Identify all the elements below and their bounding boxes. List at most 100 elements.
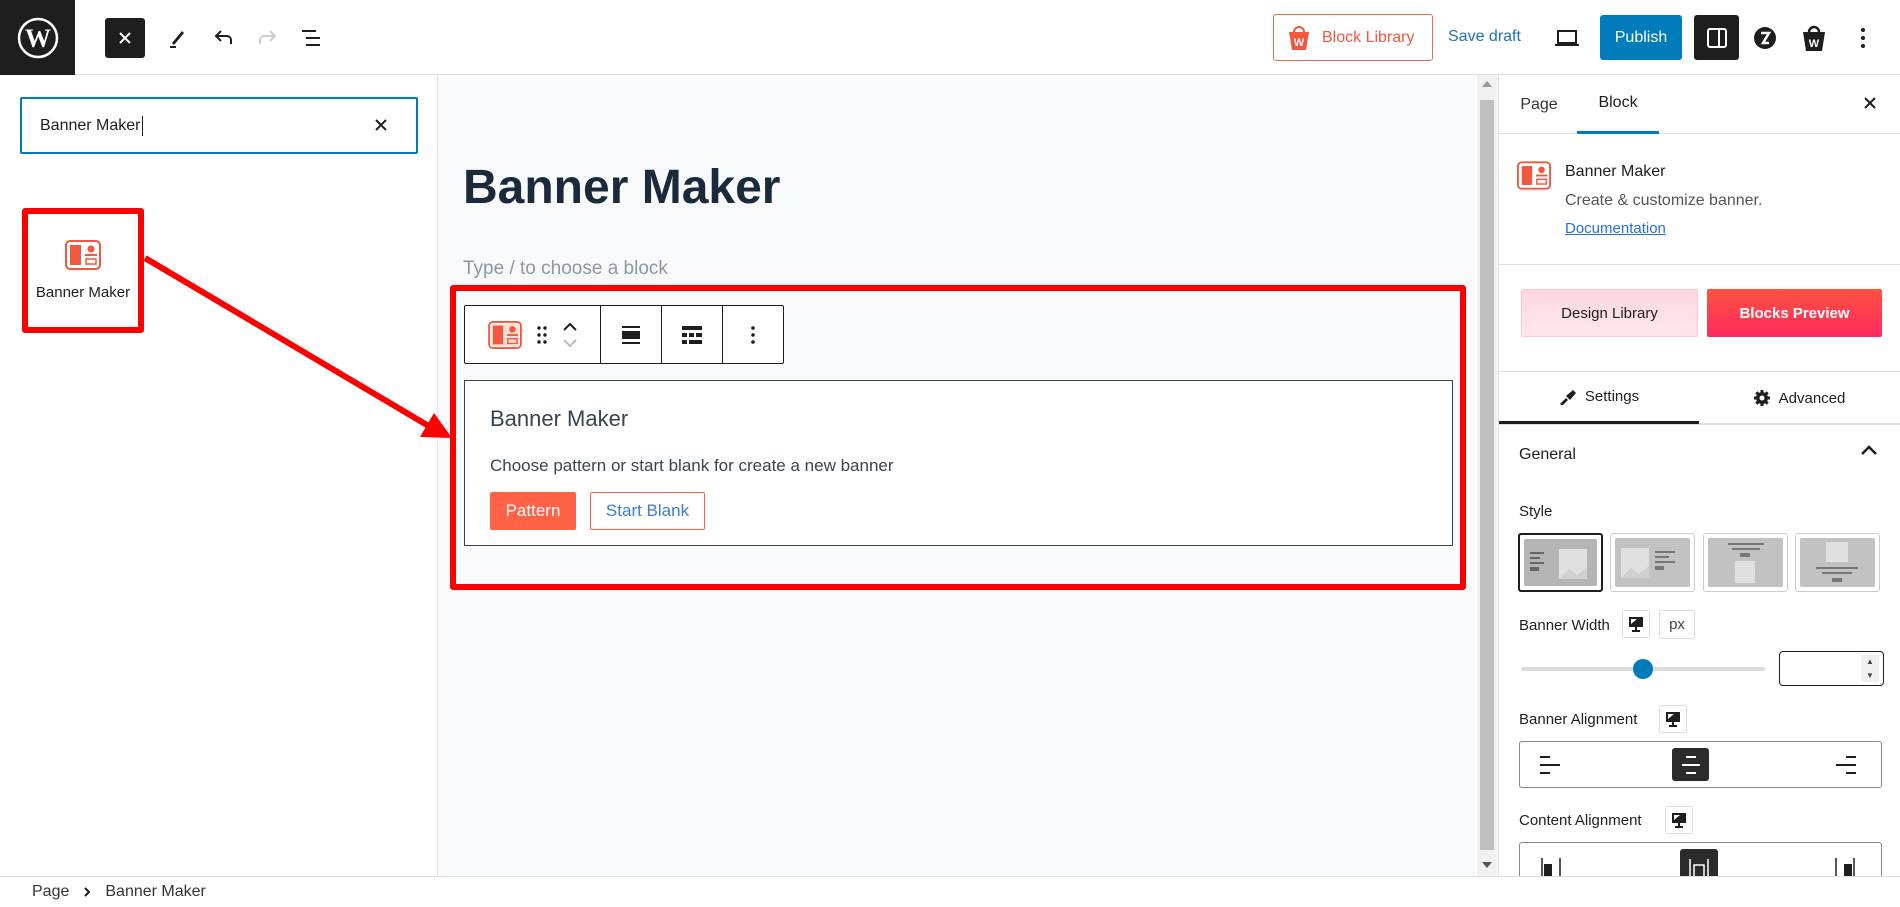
more-options-button[interactable] <box>1843 18 1883 58</box>
block-result-banner-maker[interactable]: Banner Maker <box>22 208 144 333</box>
tab-advanced[interactable]: Advanced <box>1699 372 1899 424</box>
align-right-button[interactable] <box>1828 748 1865 781</box>
content-center-button[interactable] <box>1680 849 1718 876</box>
style-label: Style <box>1519 503 1553 520</box>
publish-button[interactable]: Publish <box>1600 15 1682 60</box>
move-down-icon[interactable] <box>562 338 578 348</box>
responsive-device-button[interactable] <box>1665 806 1693 834</box>
scrollbar-thumb[interactable] <box>1480 100 1494 850</box>
align-left-button[interactable] <box>1530 748 1567 781</box>
align-button[interactable] <box>601 306 662 363</box>
close-icon <box>1864 97 1876 109</box>
close-inserter-button[interactable] <box>105 18 145 58</box>
paintbrush-icon <box>1559 389 1576 405</box>
redo-button[interactable] <box>248 18 288 58</box>
pattern-button[interactable]: Pattern <box>490 492 576 530</box>
chevron-up-icon[interactable] <box>1860 444 1878 456</box>
banner-maker-icon <box>65 240 101 270</box>
banner-block-description: Choose pattern or start blank for create… <box>490 456 894 475</box>
plugin-z-button[interactable] <box>1745 18 1785 58</box>
tab-settings[interactable]: Settings <box>1499 372 1699 424</box>
responsive-device-button[interactable] <box>1659 705 1687 733</box>
pen-tool-icon <box>170 31 184 48</box>
banner-alignment-label: Banner Alignment <box>1519 711 1638 728</box>
tools-button[interactable] <box>157 18 197 58</box>
block-card-title: Banner Maker <box>1565 163 1666 180</box>
editor-header: W W Block Library Save draft Publish W <box>0 0 1900 75</box>
banner-width-input[interactable]: ▲ ▼ <box>1779 651 1884 686</box>
pattern-library-button[interactable] <box>662 306 723 363</box>
plugin-bag-button[interactable]: W <box>1794 18 1834 58</box>
scroll-down-icon[interactable] <box>1482 862 1492 868</box>
style-option-1[interactable] <box>1518 533 1603 592</box>
save-draft-button[interactable]: Save draft <box>1448 28 1521 46</box>
banner-width-slider[interactable] <box>1521 659 1765 679</box>
preview-button[interactable] <box>1547 18 1587 58</box>
desktop-icon <box>1629 617 1643 632</box>
tab-advanced-label: Advanced <box>1778 389 1846 407</box>
scroll-up-icon[interactable] <box>1482 81 1492 87</box>
svg-text:W: W <box>1294 37 1305 49</box>
clear-search-button[interactable] <box>374 115 388 138</box>
redo-icon <box>259 30 277 44</box>
blocks-preview-button[interactable]: Blocks Preview <box>1707 289 1882 337</box>
drag-handle-icon[interactable] <box>536 325 548 345</box>
tab-page[interactable]: Page <box>1507 75 1571 134</box>
close-icon <box>375 119 387 131</box>
gear-icon <box>1753 390 1770 406</box>
banner-block-heading: Banner Maker <box>490 406 629 431</box>
layout-template-icon <box>682 325 702 344</box>
canvas-scrollbar[interactable] <box>1477 75 1497 876</box>
breadcrumb-page[interactable]: Page <box>32 883 69 901</box>
responsive-device-button[interactable] <box>1622 610 1650 638</box>
style-option-4[interactable] <box>1795 533 1880 592</box>
settings-sidebar: Page Block Banner Maker Create & customi… <box>1498 75 1900 876</box>
document-overview-icon <box>302 30 320 46</box>
settings-sidebar-icon <box>1706 27 1727 48</box>
undo-icon <box>214 30 232 44</box>
sidebar-tabs: Page Block <box>1499 75 1900 134</box>
close-icon <box>119 32 131 44</box>
banner-width-label: Banner Width <box>1519 617 1610 634</box>
align-center-button[interactable] <box>1672 748 1709 781</box>
slider-thumb[interactable] <box>1633 659 1653 679</box>
align-left-icon <box>1539 755 1560 774</box>
block-placeholder[interactable]: Type / to choose a block <box>463 258 668 280</box>
justify-center-icon <box>1689 859 1709 876</box>
block-toolbar <box>464 305 784 364</box>
number-spinner[interactable]: ▲ ▼ <box>1861 655 1879 682</box>
general-panel-title[interactable]: General <box>1519 446 1576 464</box>
desktop-icon <box>1666 712 1680 727</box>
style-option-2[interactable] <box>1610 533 1695 592</box>
justify-right-icon <box>1834 857 1855 876</box>
block-result-label: Banner Maker <box>35 284 131 301</box>
start-blank-button[interactable]: Start Blank <box>590 492 705 530</box>
content-left-button[interactable] <box>1532 851 1569 876</box>
documentation-link[interactable]: Documentation <box>1565 220 1666 237</box>
page-title[interactable]: Banner Maker <box>463 160 780 215</box>
block-card-description: Create & customize banner. <box>1565 192 1763 209</box>
content-right-button[interactable] <box>1826 851 1863 876</box>
block-options-button[interactable] <box>723 306 783 363</box>
block-mover-group <box>465 306 601 363</box>
breadcrumb-banner-maker[interactable]: Banner Maker <box>105 883 206 901</box>
document-overview-button[interactable] <box>293 18 333 58</box>
plugin-bag-icon: W <box>1803 25 1825 51</box>
block-library-button[interactable]: W Block Library <box>1273 14 1433 61</box>
close-sidebar-button[interactable] <box>1863 93 1877 116</box>
wordpress-logo[interactable]: W <box>0 0 75 75</box>
svg-text:W: W <box>1809 38 1820 50</box>
style-option-3[interactable] <box>1703 533 1788 592</box>
design-library-button[interactable]: Design Library <box>1521 289 1698 337</box>
block-inserter-panel: Banner Maker Banner Maker <box>0 75 438 876</box>
tab-block[interactable]: Block <box>1577 75 1659 134</box>
block-search-input[interactable]: Banner Maker <box>20 97 418 154</box>
align-right-icon <box>1835 755 1856 774</box>
undo-button[interactable] <box>203 18 243 58</box>
settings-toggle-button[interactable] <box>1694 15 1739 60</box>
unit-selector[interactable]: px <box>1659 610 1695 639</box>
banner-alignment-group <box>1519 741 1882 788</box>
move-up-icon[interactable] <box>562 322 578 332</box>
banner-maker-block[interactable]: Banner Maker Choose pattern or start bla… <box>464 380 1453 546</box>
banner-maker-icon[interactable] <box>487 320 522 349</box>
